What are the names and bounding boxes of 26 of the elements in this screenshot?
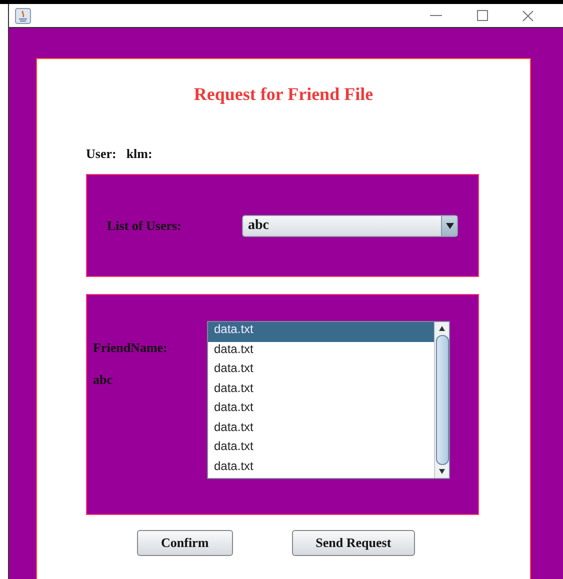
users-label: List of Users:	[107, 218, 182, 234]
scroll-thumb[interactable]	[436, 335, 448, 465]
file-item[interactable]: data.txt	[208, 458, 434, 478]
action-button[interactable]: Send Request	[292, 530, 416, 556]
file-item[interactable]: data.txt	[208, 380, 434, 400]
user-value: klm:	[126, 146, 152, 162]
close-icon[interactable]	[522, 10, 534, 22]
users-dropdown[interactable]: abc	[242, 214, 458, 236]
scroll-up-icon[interactable]	[438, 325, 446, 333]
app-icon	[15, 8, 31, 24]
scroll-bar[interactable]	[434, 322, 449, 478]
file-item[interactable]: data.txt	[208, 439, 434, 458]
friend-name-label: FriendName:	[93, 340, 168, 356]
minimize-icon[interactable]	[430, 14, 442, 16]
scroll-down-icon[interactable]	[438, 467, 446, 475]
file-item[interactable]: data.txt	[208, 420, 434, 439]
dropdown-arrow-icon[interactable]	[446, 222, 454, 229]
action-button[interactable]: Confirm	[137, 530, 233, 556]
file-item[interactable]: data.txt	[208, 400, 434, 420]
maximize-icon[interactable]	[476, 10, 488, 21]
form-title: Request for Friend File	[192, 84, 374, 106]
file-item[interactable]: data.txt	[208, 322, 434, 342]
user-label: User:	[86, 146, 116, 162]
file-item[interactable]: data.txt	[208, 361, 434, 380]
file-item[interactable]: data.txt	[208, 342, 434, 361]
friend-name-value: abc	[93, 372, 114, 388]
